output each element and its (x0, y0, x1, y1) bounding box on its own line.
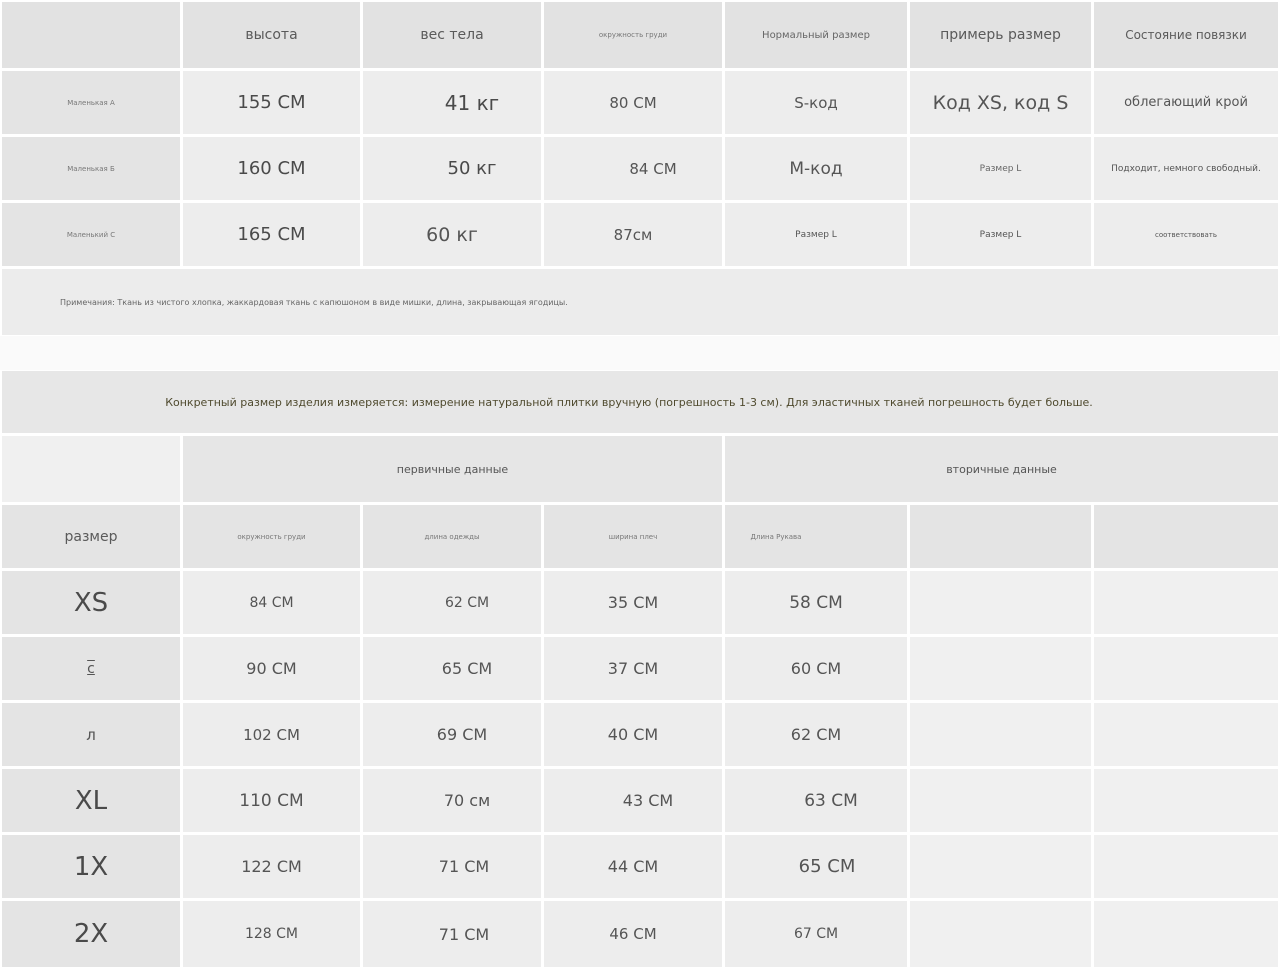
table1-corner (2, 2, 180, 68)
row-2x-extra-2 (1094, 901, 1278, 967)
subheader-length: длина одежды (363, 505, 541, 568)
row-xs-sleeve: 58 СМ (725, 571, 907, 634)
row-xs-length: 62 СМ (363, 571, 541, 634)
cell-normal-size-b: М-код (725, 137, 907, 200)
row-s-shoulder: 37 СМ (544, 637, 722, 700)
row-s-sleeve: 60 СМ (725, 637, 907, 700)
row-l-shoulder: 40 СМ (544, 703, 722, 766)
row-l-chest: 102 СМ (183, 703, 360, 766)
row-l-sleeve: 62 СМ (725, 703, 907, 766)
group-primary-data: первичные данные (183, 436, 722, 502)
cell-chest-a: 80 СМ (544, 71, 722, 134)
row-2x-length: 71 СМ (363, 901, 541, 967)
subheader-empty-1 (910, 505, 1091, 568)
cell-height-b: 160 СМ (183, 137, 360, 200)
cell-normal-size-a: S-код (725, 71, 907, 134)
measurement-notice: Конкретный размер изделия измеряется: из… (2, 371, 1278, 433)
cell-tried-size-b: Размер L (910, 137, 1091, 200)
row-s-length: 65 СМ (363, 637, 541, 700)
row-1x-length: 71 СМ (363, 835, 541, 898)
row-xl-chest: 110 СМ (183, 769, 360, 832)
size-label-s: с (2, 637, 180, 700)
row-xs-extra-2 (1094, 571, 1278, 634)
header-tried-size: примерь размер (910, 2, 1091, 68)
row-xs-extra-1 (910, 571, 1091, 634)
row-label-a: Маленькая А (2, 71, 180, 134)
section-gap (0, 336, 1280, 370)
subheader-sleeve: Длина Рукава (725, 505, 907, 568)
row-xl-length: 70 см (363, 769, 541, 832)
cell-fit-state-a: облегающий крой (1094, 71, 1278, 134)
cell-weight-a: 41 кг (363, 71, 541, 134)
subheader-chest: окружность груди (183, 505, 360, 568)
header-chest: окружность груди (544, 2, 722, 68)
header-weight: вес тела (363, 2, 541, 68)
row-1x-sleeve: 65 СМ (725, 835, 907, 898)
size-label-1x: 1X (2, 835, 180, 898)
row-2x-chest: 128 СМ (183, 901, 360, 967)
cell-fit-state-c: соответствовать (1094, 203, 1278, 266)
row-s-extra-2 (1094, 637, 1278, 700)
header-normal-size: Нормальный размер (725, 2, 907, 68)
cell-weight-c: 60 кг (363, 203, 541, 266)
row-xs-shoulder: 35 СМ (544, 571, 722, 634)
cell-height-a: 155 СМ (183, 71, 360, 134)
row-1x-extra-2 (1094, 835, 1278, 898)
row-l-length: 69 СМ (363, 703, 541, 766)
row-1x-chest: 122 СМ (183, 835, 360, 898)
row-1x-extra-1 (910, 835, 1091, 898)
size-label-xs: XS (2, 571, 180, 634)
size-label-l: л (2, 703, 180, 766)
row-2x-shoulder: 46 СМ (544, 901, 722, 967)
header-fit-state: Состояние повязки (1094, 2, 1278, 68)
group-secondary-data: вторичные данные (725, 436, 1278, 502)
row-1x-shoulder: 44 СМ (544, 835, 722, 898)
row-s-extra-1 (910, 637, 1091, 700)
row-label-c: Маленький С (2, 203, 180, 266)
subheader-empty-2 (1094, 505, 1278, 568)
cell-chest-b: 84 СМ (544, 137, 722, 200)
row-xl-extra-1 (910, 769, 1091, 832)
cell-chest-c: 87см (544, 203, 722, 266)
subheader-shoulder: ширина плеч (544, 505, 722, 568)
row-xl-extra-2 (1094, 769, 1278, 832)
cell-tried-size-a: Код XS, код S (910, 71, 1091, 134)
size-label-2x: 2X (2, 901, 180, 967)
row-l-extra-2 (1094, 703, 1278, 766)
row-2x-extra-1 (910, 901, 1091, 967)
row-xl-shoulder: 43 СМ (544, 769, 722, 832)
row-label-b: Маленькая Б (2, 137, 180, 200)
cell-height-c: 165 СМ (183, 203, 360, 266)
size-label-xl: XL (2, 769, 180, 832)
row-xs-chest: 84 СМ (183, 571, 360, 634)
row-s-chest: 90 СМ (183, 637, 360, 700)
cell-normal-size-c: Размер L (725, 203, 907, 266)
size-header: размер (2, 505, 180, 568)
cell-fit-state-b: Подходит, немного свободный. (1094, 137, 1278, 200)
table2-corner (2, 436, 180, 502)
row-l-extra-1 (910, 703, 1091, 766)
header-height: высота (183, 2, 360, 68)
cell-weight-b: 50 кг (363, 137, 541, 200)
row-2x-sleeve: 67 СМ (725, 901, 907, 967)
row-xl-sleeve: 63 СМ (725, 769, 907, 832)
table1-note: Примечания: Ткань из чистого хлопка, жак… (2, 269, 1278, 335)
cell-tried-size-c: Размер L (910, 203, 1091, 266)
